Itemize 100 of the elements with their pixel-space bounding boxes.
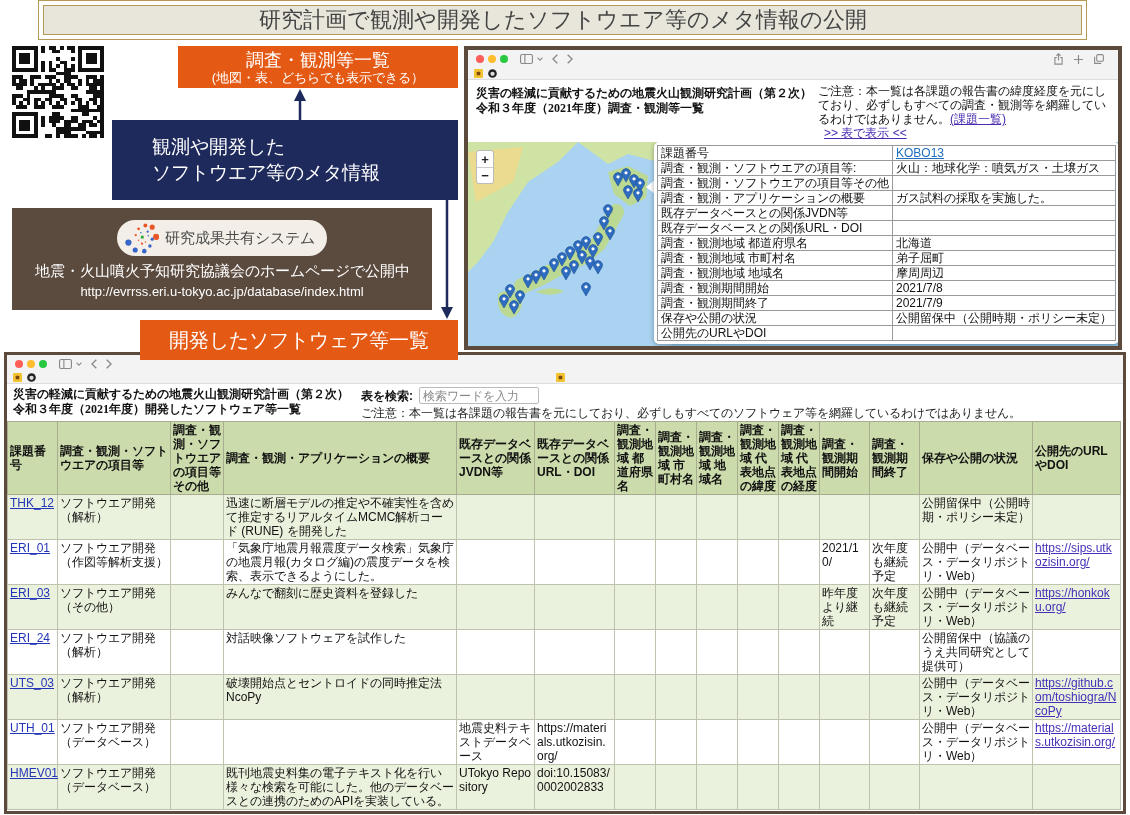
link[interactable]: UTS_03 xyxy=(10,676,55,690)
table-cell xyxy=(696,539,738,585)
table-cell xyxy=(170,494,224,540)
map-pin-icon[interactable] xyxy=(509,300,519,315)
favicon-icon[interactable] xyxy=(474,69,483,78)
round-logo-icon[interactable] xyxy=(27,373,36,382)
link[interactable]: ERI_24 xyxy=(10,631,55,645)
link[interactable]: https://sips.utkozisin.org/ xyxy=(1035,541,1118,569)
sidebar-icon[interactable] xyxy=(59,358,72,369)
page-title: 令和３年度（2021年度）調査・観測等一覧 xyxy=(476,101,705,116)
table-cell: 調査・観測期間開始 xyxy=(657,280,893,296)
table-cell xyxy=(737,674,779,720)
favicon-icon[interactable] xyxy=(556,373,565,382)
table-cell: 公開留保中（公開時期・ポリシー未定） xyxy=(892,310,1116,326)
map-pin-icon[interactable] xyxy=(603,204,613,219)
table-cell: 調査・観測地域 地域名 xyxy=(657,265,893,281)
map-pin-icon[interactable] xyxy=(523,274,533,289)
search-field[interactable]: 検索ワードを入力 xyxy=(419,387,539,404)
table-cell xyxy=(696,674,738,720)
caret-down-icon[interactable] xyxy=(537,57,543,61)
zoom-button[interactable]: − xyxy=(477,167,493,183)
table-cell: みんなで翻刻に歴史資料を登録した xyxy=(223,584,457,630)
table-cell: 調査・観測・ソフトウエアの項目等: xyxy=(657,160,893,176)
link[interactable]: https://materials.utkozisin.org/ xyxy=(1035,721,1118,749)
favicon-icon[interactable] xyxy=(13,373,22,382)
map-pin-icon[interactable] xyxy=(585,256,595,271)
map-pin-icon[interactable] xyxy=(621,168,631,183)
table-cell: 次年度も継続予定 xyxy=(869,584,920,630)
map-pin-icon[interactable] xyxy=(633,188,643,203)
table-cell xyxy=(778,674,820,720)
table-cell xyxy=(170,764,224,810)
map-pin-icon[interactable] xyxy=(581,282,591,297)
table-cell: 調査・観測・ソフトウエアの項目等その他 xyxy=(657,175,893,191)
link[interactable]: (課題一覧) xyxy=(950,112,1006,126)
table-cell xyxy=(737,764,779,810)
map-pin-icon[interactable] xyxy=(515,290,525,305)
map-pin-icon[interactable] xyxy=(593,260,603,275)
map-pin-icon[interactable] xyxy=(605,226,615,241)
table-cell xyxy=(655,629,697,675)
map-pin-icon[interactable] xyxy=(561,266,571,281)
table-cell: 迅速に断層モデルの推定や不確実性を含めて推定するリアルタイムMCMC解析コード (RUNE) を開発した xyxy=(223,494,457,540)
map-pin-icon[interactable] xyxy=(599,216,609,231)
table-cell xyxy=(655,494,697,540)
column-header: 調査・観測期間終了 xyxy=(869,421,920,495)
round-logo-icon[interactable] xyxy=(488,69,497,78)
map-pin-icon[interactable] xyxy=(505,284,515,299)
link[interactable]: >> 表で表示 << xyxy=(824,126,907,140)
table-cell xyxy=(869,719,920,765)
table-cell xyxy=(819,494,870,540)
map-pin-icon[interactable] xyxy=(593,232,603,247)
column-header: 調査・観測地域 代表地点の緯度 xyxy=(737,421,779,495)
table-cell: 2021/7/8 xyxy=(892,280,1116,296)
map-pin-icon[interactable] xyxy=(613,172,623,187)
label-title: 調査・観測等一覧 xyxy=(246,49,390,70)
link[interactable]: https://honkoku.org/ xyxy=(1035,586,1118,614)
tabs-icon[interactable] xyxy=(1094,54,1104,64)
column-header: 調査・観測地域 代表地点の経度 xyxy=(778,421,820,495)
table-cell: 公開留保中（協議のうえ共同研究として提供可） xyxy=(919,629,1033,675)
table-cell xyxy=(655,764,697,810)
map-pin-icon[interactable] xyxy=(565,246,575,261)
link[interactable]: ERI_03 xyxy=(10,586,55,600)
table-cell xyxy=(737,719,779,765)
plus-icon[interactable] xyxy=(1074,54,1083,64)
map-pin-icon[interactable] xyxy=(623,185,633,200)
share-icon[interactable] xyxy=(1054,53,1063,65)
link[interactable]: KOBO13 xyxy=(896,146,945,160)
table-cell: 北海道 xyxy=(892,235,1116,251)
link[interactable]: THK_12 xyxy=(10,496,55,510)
table-cell xyxy=(696,719,738,765)
map-pin-icon[interactable] xyxy=(531,270,541,285)
map-pin-icon[interactable] xyxy=(569,260,579,275)
close-icon[interactable] xyxy=(15,359,23,368)
map-pin-icon[interactable] xyxy=(557,252,567,267)
map-pin-icon[interactable] xyxy=(588,244,598,259)
caret-down-icon[interactable] xyxy=(76,361,82,366)
link[interactable]: ERI_01 xyxy=(10,541,55,555)
column-header: 公開先のURLやDOI xyxy=(1032,421,1121,495)
map-pin-icon[interactable] xyxy=(499,294,509,309)
table-cell: 弟子屈町 xyxy=(892,250,1116,266)
table-cell: ソフトウエア開発（その他） xyxy=(57,584,171,630)
map-pin-icon[interactable] xyxy=(539,266,549,281)
chevron-left-icon[interactable] xyxy=(552,54,558,64)
map-pin-icon[interactable] xyxy=(581,236,591,251)
chevron-right-icon[interactable] xyxy=(567,54,573,64)
table-cell xyxy=(614,494,656,540)
chevron-right-icon[interactable] xyxy=(106,358,112,369)
map-pin-icon[interactable] xyxy=(573,240,583,255)
close-icon[interactable] xyxy=(476,55,484,63)
search-label: 表を検索: xyxy=(361,388,413,403)
table-cell xyxy=(170,584,224,630)
table-cell: doi:10.15083/0002002833 xyxy=(534,764,615,810)
link[interactable]: UTH_01 xyxy=(10,721,55,735)
page-title: 災害の軽減に貢献するための地震火山観測研究計画（第２次） xyxy=(13,387,350,402)
map-pin-icon[interactable] xyxy=(577,250,587,265)
map-pin-icon[interactable] xyxy=(549,258,559,273)
chevron-left-icon[interactable] xyxy=(91,358,97,369)
sidebar-icon[interactable] xyxy=(520,54,533,64)
table-cell xyxy=(655,584,697,630)
zoom-button[interactable]: + xyxy=(477,151,493,167)
table-cell xyxy=(778,494,820,540)
